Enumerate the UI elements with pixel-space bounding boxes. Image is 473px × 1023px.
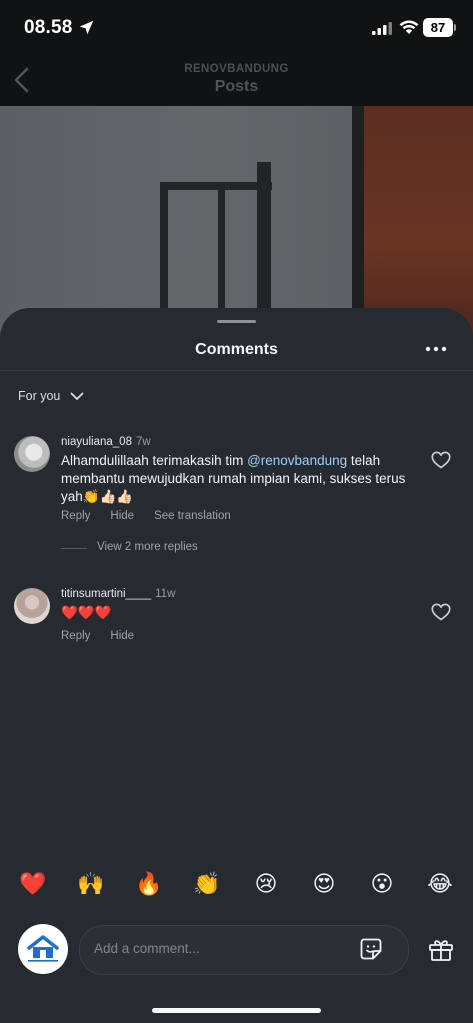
location-arrow-icon [79,20,94,35]
composer-avatar [18,924,68,974]
reaction-surprised-emoji[interactable]: 😮 [365,868,399,902]
more-options-icon[interactable] [424,345,448,353]
comment-actions: Reply Hide [61,630,134,642]
photo-wall [0,106,352,336]
reply-button[interactable]: Reply [61,630,90,642]
sheet-divider [0,370,473,371]
page-title: Posts [214,78,259,95]
reply-button[interactable]: Reply [61,510,90,522]
comment-filter-dropdown[interactable]: For you [18,389,84,403]
home-indicator[interactable] [152,1008,321,1013]
reaction-clap-emoji[interactable]: 👏 [190,868,224,902]
username-text[interactable]: titinsumartini____ [61,588,151,600]
reaction-laughing-emoji[interactable]: 😂 [423,868,457,902]
comment-username[interactable]: titinsumartini____ 11w [61,588,175,600]
reaction-fire-emoji[interactable]: 🔥 [132,868,166,902]
comment-text-part: Alhamdulillaah terimakasih tim [61,453,248,468]
comment-actions: Reply Hide See translation [61,510,231,522]
account-name: RENOVBANDUNG [184,63,289,75]
comment-text: ❤️❤️❤️ [61,605,112,621]
comments-title: Comments [195,341,278,358]
comment-input-placeholder: Add a comment... [94,941,200,956]
reaction-heart-eyes-emoji[interactable]: 😍 [307,868,341,902]
battery-tip [454,24,456,31]
avatar[interactable] [14,588,50,624]
username-text[interactable]: niayuliana_08 [61,436,132,448]
like-heart-icon[interactable] [431,451,451,469]
reaction-raised-hands-emoji[interactable]: 🙌 [74,868,108,902]
filter-label: For you [18,389,61,403]
comment-age: 7w [135,436,151,448]
view-more-replies-button[interactable]: View 2 more replies [97,541,198,553]
battery-indicator: 87 [423,18,453,37]
wifi-icon [399,20,419,34]
comment-input[interactable]: Add a comment... [79,925,409,975]
comment-text: Alhamdulillaah terimakasih tim @renovban… [61,452,411,506]
avatar[interactable] [14,436,50,472]
reaction-heart-emoji[interactable]: ❤️ [16,868,50,902]
comments-sheet: Comments For you niayuliana_08 7w Alhamdu… [0,308,473,1023]
reaction-crying-emoji[interactable]: 😢 [249,868,283,902]
like-heart-icon[interactable] [431,603,451,621]
hide-button[interactable]: Hide [110,630,134,642]
comment-age: 11w [155,588,176,600]
status-time: 08.58 [24,17,73,38]
photo-door [364,106,473,336]
sheet-grabber[interactable] [217,320,256,323]
post-photo [0,106,473,336]
quick-reactions-bar: ❤️ 🙌 🔥 👏 😢 😍 😮 😂 [0,868,473,908]
renovbandung-logo-icon [27,935,59,962]
chevron-down-icon [70,392,84,400]
gift-icon[interactable] [428,938,454,962]
status-bar: 08.58 87 [0,0,473,56]
photo-frame-post [352,106,364,336]
hide-button[interactable]: Hide [110,510,134,522]
photo-railing-top [160,182,272,190]
mention-link[interactable]: @renovbandung [247,453,347,468]
replies-divider [61,548,87,549]
top-bar: 08.58 87 RENOVBANDUNG Posts [0,0,473,106]
comment-username[interactable]: niayuliana_08 7w [61,436,151,448]
cellular-signal-icon [372,22,392,35]
sticker-icon[interactable] [359,937,383,961]
see-translation-button[interactable]: See translation [154,510,231,522]
